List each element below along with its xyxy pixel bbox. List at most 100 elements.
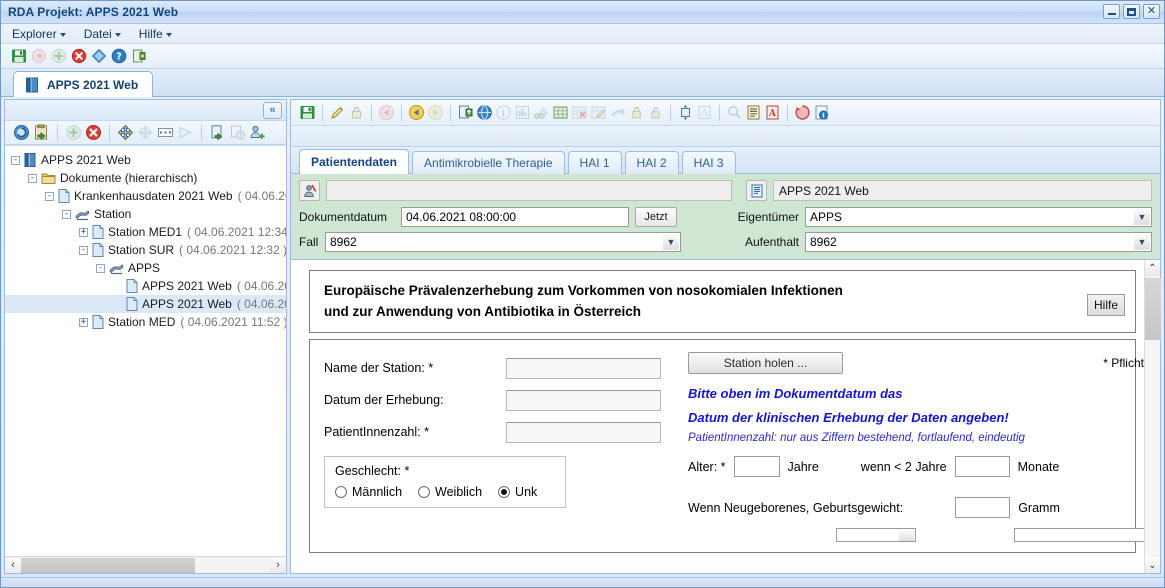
tree-icon[interactable] <box>533 104 550 121</box>
scroll-up-arrow[interactable]: ⌃ <box>1145 260 1160 276</box>
tree-node[interactable]: + Station MED ( 04.06.2021 11:52 ) <box>5 313 286 331</box>
document-help-icon[interactable]: ? <box>229 124 246 141</box>
tab-hai-3[interactable]: HAI 3 <box>681 151 736 174</box>
resize-icon[interactable] <box>677 104 694 121</box>
tree-node[interactable]: - Dokumente (hierarchisch) <box>5 169 286 187</box>
globe-icon[interactable] <box>476 104 493 121</box>
document-type-icon[interactable] <box>746 180 767 201</box>
document-type-field[interactable]: APPS 2021 Web <box>773 180 1152 201</box>
name-der-station-input[interactable] <box>506 357 661 379</box>
scroll-down-arrow[interactable]: ⌄ <box>1145 557 1160 573</box>
move-icon[interactable] <box>117 124 134 141</box>
help-icon[interactable]: ? <box>111 48 127 64</box>
lock2-icon[interactable] <box>628 104 645 121</box>
undo-icon[interactable] <box>31 48 47 64</box>
outer-tab-apps-2021-web[interactable]: APPS 2021 Web <box>13 71 154 97</box>
dokumentdatum-input[interactable]: 04.06.2021 08:00:00 <box>401 207 629 227</box>
hscroll-thumb[interactable] <box>21 557 196 573</box>
forward-icon[interactable] <box>427 104 444 121</box>
jetzt-button[interactable]: Jetzt <box>635 207 677 227</box>
expand-toggle-icon[interactable]: + <box>79 317 88 327</box>
back-icon[interactable] <box>408 104 425 121</box>
alter-jahre-input[interactable] <box>733 456 780 477</box>
hilfe-button[interactable]: Hilfe <box>1087 294 1125 316</box>
tab-hai-2[interactable]: HAI 2 <box>624 151 679 174</box>
revert-icon[interactable] <box>378 104 395 121</box>
tree-node[interactable]: - Station SUR ( 04.06.2021 12:32 ) <box>5 241 286 259</box>
about-icon[interactable]: i <box>813 104 830 121</box>
patient-icon[interactable] <box>299 180 320 201</box>
chevron-down-icon[interactable]: ▼ <box>1134 209 1150 225</box>
collapse-toggle-icon[interactable]: - <box>62 209 71 219</box>
station-holen-button[interactable]: Station holen ... <box>688 352 843 374</box>
collapse-toggle-icon[interactable]: - <box>96 263 105 273</box>
tree-node[interactable]: + Station MED1 ( 04.06.2021 12:34 ) <box>5 223 286 241</box>
tab-patientendaten[interactable]: Patientendaten <box>299 149 410 174</box>
scroll-left-arrow[interactable]: ‹ <box>5 557 21 573</box>
info-icon[interactable]: i <box>495 104 512 121</box>
export-icon[interactable] <box>131 48 147 64</box>
collapse-toggle-icon[interactable]: - <box>79 245 88 255</box>
radio-weiblich[interactable]: Weiblich <box>418 485 482 499</box>
vscroll-thumb[interactable] <box>1145 278 1161 340</box>
collapse-toggle-icon[interactable]: - <box>11 155 20 165</box>
expand-icon[interactable] <box>157 124 174 141</box>
scroll-right-arrow[interactable]: › <box>270 557 286 573</box>
menu-hilfe[interactable]: Hilfe <box>137 26 174 42</box>
lock-icon[interactable] <box>348 104 365 121</box>
geburtsgewicht-input[interactable] <box>955 497 1011 518</box>
maximize-button[interactable] <box>1123 4 1140 19</box>
table-delete-icon[interactable] <box>571 104 588 121</box>
user-add-icon[interactable] <box>249 124 266 141</box>
document-tree[interactable]: - APPS 2021 Web - Dokumente (hierarchisch) -… <box>5 145 286 556</box>
table-edit-icon[interactable] <box>590 104 607 121</box>
tree-node[interactable]: - Krankenhausdaten 2021 Web ( 04.06.202 <box>5 187 286 205</box>
save-icon[interactable] <box>299 104 316 121</box>
chevron-down-icon[interactable]: ▼ <box>1134 234 1150 250</box>
tree-node[interactable]: - APPS <box>5 259 286 277</box>
fall-combobox[interactable]: 8962 ▼ <box>325 232 681 252</box>
aufenthalt-combobox[interactable]: 8962 ▼ <box>805 232 1152 252</box>
list-icon[interactable] <box>745 104 762 121</box>
new-document-icon[interactable] <box>209 124 226 141</box>
tab-hai-1[interactable]: HAI 1 <box>567 151 622 174</box>
close-button[interactable]: ✕ <box>1143 4 1160 19</box>
menu-explorer[interactable]: Explorer <box>10 26 68 42</box>
add-icon[interactable] <box>65 124 82 141</box>
alter-monate-input[interactable] <box>954 456 1010 477</box>
tree-node[interactable]: - Station <box>5 205 286 223</box>
table-add-icon[interactable] <box>552 104 569 121</box>
pdf-icon[interactable]: A <box>764 104 781 121</box>
search-icon[interactable] <box>726 104 743 121</box>
chevron-down-icon[interactable]: ▼ <box>663 234 679 250</box>
patient-name-field[interactable] <box>326 180 732 201</box>
add-icon[interactable] <box>51 48 67 64</box>
tree-node[interactable]: - APPS 2021 Web <box>5 151 286 169</box>
collapse-toggle-icon[interactable]: - <box>28 173 37 183</box>
radio-unk[interactable]: Unk <box>498 485 537 499</box>
collapse-toggle-icon[interactable]: - <box>45 191 54 201</box>
tree-node[interactable]: APPS 2021 Web ( 04.06.202 <box>5 277 286 295</box>
cut-off-combobox-1[interactable] <box>836 528 916 542</box>
radio-unk-indicator[interactable] <box>498 486 511 498</box>
chevron-down-icon[interactable] <box>899 530 914 541</box>
tab-antimikrobielle-therapie[interactable]: Antimikrobielle Therapie <box>412 151 565 174</box>
patientinnenzahl-input[interactable] <box>506 421 661 443</box>
vscroll-track[interactable] <box>1145 276 1161 557</box>
history-icon[interactable] <box>794 104 811 121</box>
explorer-horizontal-scrollbar[interactable]: ‹ › <box>5 556 286 573</box>
radio-maennlich-indicator[interactable] <box>335 486 347 498</box>
eigentuemer-combobox[interactable]: APPS ▼ <box>805 207 1152 227</box>
paste-icon[interactable] <box>33 124 50 141</box>
delete-icon[interactable] <box>71 48 87 64</box>
radio-maennlich[interactable]: Männlich <box>335 485 402 499</box>
expand-toggle-icon[interactable]: + <box>79 227 88 237</box>
text-icon[interactable]: A <box>696 104 713 121</box>
radio-weiblich-indicator[interactable] <box>418 486 431 498</box>
unlock-icon[interactable] <box>647 104 664 121</box>
tree-node[interactable]: APPS 2021 Web ( 04.06.202 <box>5 295 286 313</box>
minimize-button[interactable] <box>1103 4 1120 19</box>
delete-icon[interactable] <box>85 124 102 141</box>
datum-der-erhebung-input[interactable] <box>506 389 661 411</box>
refresh-icon[interactable] <box>91 48 107 64</box>
